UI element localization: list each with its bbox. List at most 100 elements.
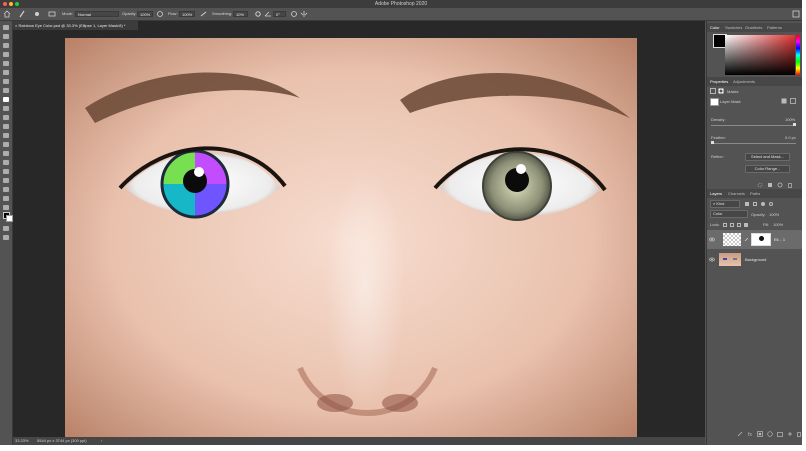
- brush-settings-icon[interactable]: [48, 10, 56, 18]
- select-pixel-mask-icon[interactable]: [781, 98, 787, 104]
- tab-swatches[interactable]: Swatches: [725, 23, 742, 32]
- lasso-tool-icon[interactable]: [3, 43, 9, 48]
- layer-opacity-value[interactable]: 100%: [769, 212, 779, 217]
- filter-pixel-icon[interactable]: [745, 202, 749, 206]
- feather-slider-handle[interactable]: [711, 141, 714, 144]
- refine-label: Refine:: [711, 154, 724, 159]
- marquee-tool-icon[interactable]: [3, 34, 9, 39]
- load-selection-icon[interactable]: [757, 182, 763, 188]
- healing-brush-tool-icon[interactable]: [3, 88, 9, 93]
- gear-icon[interactable]: [254, 10, 262, 18]
- app-title: Adobe Photoshop 2020: [374, 1, 428, 7]
- color-picker-field[interactable]: [725, 35, 795, 75]
- gradient-tool-icon[interactable]: [3, 133, 9, 138]
- feather-slider[interactable]: [711, 143, 796, 144]
- filter-adjustment-icon[interactable]: [753, 202, 757, 206]
- disable-mask-icon[interactable]: [777, 182, 783, 188]
- brush-tool-preset-icon[interactable]: [18, 10, 26, 18]
- hand-tool-icon[interactable]: [3, 196, 9, 201]
- layer-style-icon[interactable]: fx: [747, 431, 753, 437]
- crop-tool-icon[interactable]: [3, 61, 9, 66]
- mode-select[interactable]: Normal: [75, 11, 119, 17]
- airbrush-icon[interactable]: [200, 10, 208, 18]
- layer-row[interactable]: Ell... 1: [707, 230, 802, 249]
- clone-stamp-tool-icon[interactable]: [3, 106, 9, 111]
- select-and-mask-button[interactable]: Select and Mask...: [745, 153, 790, 161]
- lock-position-icon[interactable]: [737, 223, 741, 227]
- feather-value[interactable]: 0.0 px: [785, 135, 796, 140]
- eraser-tool-icon[interactable]: [3, 124, 9, 129]
- flow-field[interactable]: 100%: [179, 11, 195, 17]
- layer-opacity-label: Opacity:: [751, 212, 766, 217]
- zoom-tool-icon[interactable]: [3, 205, 9, 210]
- screen-mode-icon[interactable]: [3, 235, 9, 240]
- tab-gradients[interactable]: Gradients: [745, 23, 762, 32]
- color-range-button[interactable]: Color Range...: [745, 165, 790, 173]
- hue-slider[interactable]: [796, 35, 800, 75]
- filter-shape-icon[interactable]: [769, 202, 773, 206]
- link-icon[interactable]: [744, 237, 749, 242]
- layer-row[interactable]: Background: [707, 250, 802, 269]
- image-canvas[interactable]: [65, 38, 637, 442]
- adjustment-layer-icon[interactable]: [767, 431, 773, 437]
- tab-layers[interactable]: Layers: [710, 189, 722, 198]
- dodge-tool-icon[interactable]: [3, 151, 9, 156]
- type-tool-icon[interactable]: [3, 169, 9, 174]
- lock-transparent-icon[interactable]: [723, 223, 727, 227]
- zoom-level[interactable]: 33.33%: [15, 437, 29, 445]
- background-color-swatch[interactable]: [6, 215, 13, 222]
- history-brush-tool-icon[interactable]: [3, 115, 9, 120]
- face-photo: [65, 38, 637, 442]
- filter-type-icon[interactable]: [761, 202, 765, 206]
- layer-name[interactable]: Ell... 1: [774, 237, 785, 242]
- density-slider[interactable]: [711, 125, 796, 126]
- workspace-icon[interactable]: [792, 10, 800, 18]
- quick-selection-tool-icon[interactable]: [3, 52, 9, 57]
- new-layer-icon[interactable]: [787, 431, 793, 437]
- apply-mask-icon[interactable]: [767, 182, 773, 188]
- add-vector-mask-icon[interactable]: [790, 98, 796, 104]
- folder-icon[interactable]: [777, 431, 783, 437]
- feather-label: Feather:: [711, 135, 726, 140]
- document-tab[interactable]: × Rainbow Eye Color.psd @ 33.3% (Ellipse…: [13, 21, 138, 30]
- tab-color[interactable]: Color: [710, 23, 720, 32]
- status-menu-icon[interactable]: ›: [101, 437, 102, 445]
- angle-field[interactable]: 0°: [273, 11, 286, 17]
- pen-tool-icon[interactable]: [3, 160, 9, 165]
- pressure-opacity-icon[interactable]: [156, 10, 164, 18]
- frame-tool-icon[interactable]: [3, 70, 9, 75]
- link-layers-icon[interactable]: [737, 431, 743, 437]
- layer-name[interactable]: Background: [745, 257, 766, 262]
- pressure-size-icon[interactable]: [290, 10, 298, 18]
- lock-pixels-icon[interactable]: [730, 223, 734, 227]
- tab-properties[interactable]: Properties: [710, 77, 728, 86]
- smoothing-field[interactable]: 10%: [233, 11, 248, 17]
- eye-icon[interactable]: [709, 237, 715, 242]
- blend-mode-select[interactable]: Color: [710, 210, 748, 218]
- brush-size-icon[interactable]: [33, 10, 41, 18]
- shape-tool-icon[interactable]: [3, 187, 9, 192]
- tab-patterns[interactable]: Patterns: [767, 23, 782, 32]
- fill-value[interactable]: 100%: [773, 222, 783, 227]
- lock-all-icon[interactable]: [744, 223, 748, 227]
- home-icon[interactable]: [3, 10, 11, 18]
- trash-icon[interactable]: [787, 182, 793, 188]
- quick-mask-icon[interactable]: [3, 226, 9, 231]
- tab-adjustments[interactable]: Adjustments: [733, 77, 755, 86]
- delete-layer-icon[interactable]: [796, 431, 802, 437]
- brush-tool-icon[interactable]: [3, 97, 9, 102]
- tab-channels[interactable]: Channels: [728, 189, 745, 198]
- eye-icon[interactable]: [709, 257, 715, 262]
- opacity-field[interactable]: 100%: [137, 11, 153, 17]
- layer-mask-thumbnail-layers[interactable]: [751, 233, 771, 246]
- path-selection-tool-icon[interactable]: [3, 178, 9, 183]
- eyedropper-tool-icon[interactable]: [3, 79, 9, 84]
- add-mask-icon[interactable]: [757, 431, 763, 437]
- density-slider-handle[interactable]: [793, 123, 796, 126]
- tab-paths[interactable]: Paths: [750, 189, 760, 198]
- density-value[interactable]: 100%: [785, 117, 795, 122]
- layer-filter-select[interactable]: ⌕ Kind: [710, 200, 740, 208]
- move-tool-icon[interactable]: [3, 25, 9, 30]
- symmetry-icon[interactable]: [300, 10, 308, 18]
- blur-tool-icon[interactable]: [3, 142, 9, 147]
